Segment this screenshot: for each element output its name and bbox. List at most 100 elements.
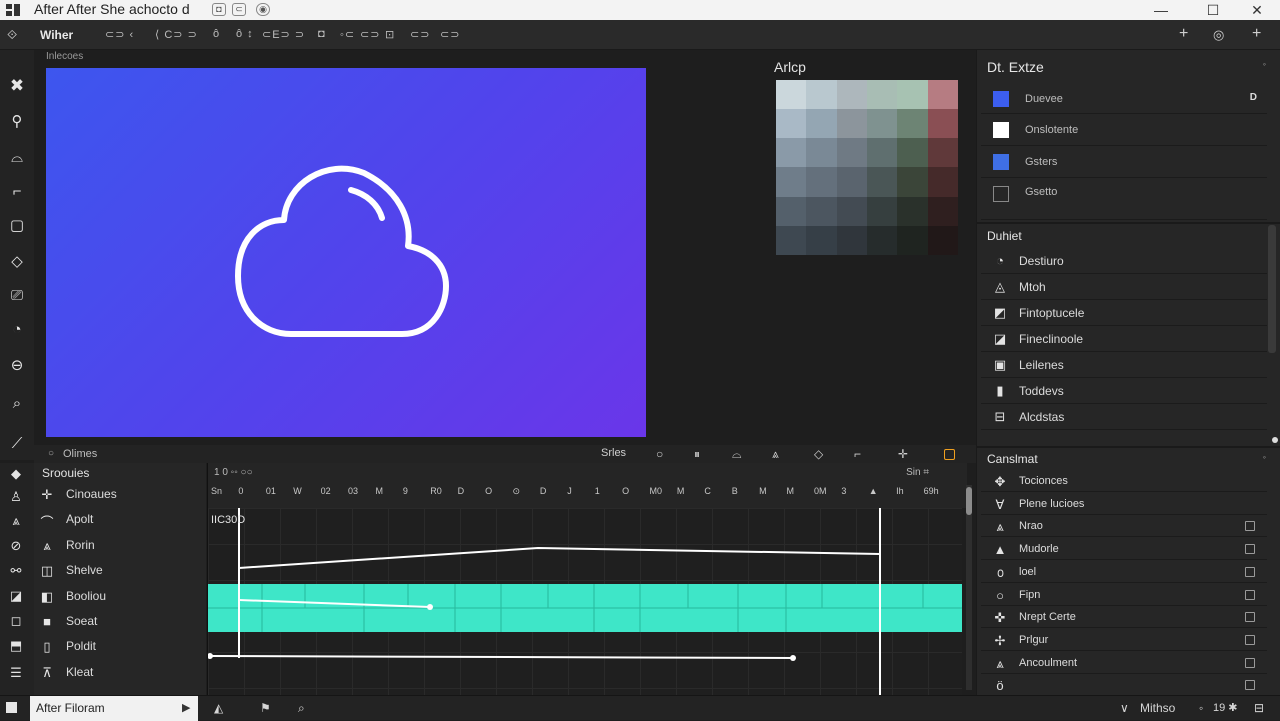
diamond-icon[interactable]: ◇ [814,447,823,461]
pin-tool-icon[interactable]: ⚲ [7,112,27,132]
timeline-ruler[interactable]: 1 0 ◦◦ ○○ Sin ⌗ Sn 0 01 W 02 03 M 9 R0 D O ⊙ D J 1 O M0 M… [207,463,967,508]
panel-toggle-icon[interactable]: ⊟ [1254,701,1264,715]
add-key-icon[interactable]: ✛ [898,447,908,461]
tool-9[interactable]: ⊡ [385,28,395,41]
status-field[interactable]: After Filoram [30,696,198,721]
swatch-cell[interactable] [806,80,837,110]
swatch-cell[interactable] [836,225,867,255]
swatch-cell[interactable] [806,196,837,226]
effect-item[interactable]: Onslotente [981,114,1267,146]
preset-item[interactable]: ⊟ Alcdstas [981,404,1267,430]
list-icon[interactable]: ☰ [6,665,26,681]
effect-item[interactable]: Gsters [981,146,1267,178]
effect-item[interactable]: Duevee D [981,84,1267,114]
property-item[interactable]: ൦ loel [981,561,1267,583]
property-checkbox[interactable] [1245,680,1255,691]
swatch-cell[interactable] [776,225,807,255]
swatch-cell[interactable] [897,225,928,255]
chevron-down-icon[interactable]: ∨ [1120,701,1129,715]
effect-item[interactable]: Gsetto [981,178,1267,220]
panel-menu-icon[interactable]: ◦ [1263,59,1266,69]
frame-icon[interactable]: ◻ [6,613,26,629]
composition-canvas[interactable] [46,68,646,437]
eye-icon[interactable]: ◆ [6,466,26,482]
swatch-cell[interactable] [836,138,867,168]
home-icon[interactable]: ⟐ [7,27,17,43]
preset-item[interactable]: ◩ Fintoptucele [981,300,1267,326]
swatch-cell[interactable] [776,80,807,110]
swatch-cell[interactable] [867,138,898,168]
swatch-cell[interactable] [897,196,928,226]
play-small-icon[interactable]: ▶ [182,701,190,714]
tool-8[interactable]: ⊂⊃ [360,28,380,41]
maximize-button[interactable]: ☐ [1190,0,1236,20]
swatch-cell[interactable] [836,196,867,226]
tool-1[interactable]: ⊂⊃ ‹ [105,28,134,41]
settings-circle-icon[interactable]: ◉ [256,3,270,16]
property-item[interactable]: ∀ Plene lucioes [981,493,1267,515]
swatch-cell[interactable] [836,167,867,197]
tool-4[interactable]: ô ↕ [236,28,254,40]
layer-row[interactable]: ⌒ Apolt [34,507,206,532]
property-item[interactable]: ✥ Tocionces [981,470,1267,492]
tool-3[interactable]: ô [213,28,220,40]
preset-item[interactable]: ◬ Mtoh [981,274,1267,300]
swatch-cell[interactable] [776,138,807,168]
cube-icon[interactable]: ⬒ [6,638,26,654]
property-checkbox[interactable] [1245,589,1255,600]
timeline-tracks[interactable]: IIC30D [207,508,962,695]
property-item[interactable]: ▲ Mudorle [981,538,1267,561]
swatch-cell[interactable] [927,167,958,197]
property-checkbox[interactable] [1245,521,1255,532]
page-indicator[interactable]: 19 ✱ [1213,701,1238,714]
close-tool-icon[interactable]: ✖ [7,76,27,96]
swatch-cell[interactable] [867,109,898,139]
layer-row[interactable]: ◧ Booliou [34,584,206,609]
zoom-label[interactable]: Mithso [1140,701,1175,715]
warning-icon[interactable] [944,449,955,460]
layer-row[interactable]: ✛ Cinoaues [34,482,206,507]
close-button[interactable]: ✕ [1234,0,1280,20]
swatch-cell[interactable] [776,109,807,139]
swatch-cell[interactable] [836,80,867,110]
swatch-cell[interactable] [927,109,958,139]
back-icon[interactable]: ⊂ [232,3,246,16]
swatch-cell[interactable] [897,138,928,168]
add-panel-icon[interactable]: + [1252,25,1261,43]
preset-item[interactable]: ▣ Leilenes [981,352,1267,378]
window-mini-button[interactable]: ◘ [212,3,226,16]
property-checkbox[interactable] [1245,634,1255,645]
layer-row[interactable]: ▯ Poldit [34,634,206,659]
loop-icon[interactable]: ⌓ [732,447,742,462]
property-checkbox[interactable] [1245,544,1255,555]
workspace-name[interactable]: Wiher [40,28,73,42]
minimize-button[interactable]: — [1138,0,1184,20]
flag-icon[interactable]: ⚑ [260,701,271,715]
property-checkbox[interactable] [1245,566,1255,577]
layer-row[interactable]: ◫ Shelve [34,558,206,583]
swatch-cell[interactable] [897,109,928,139]
window-tool-icon[interactable]: ⎚ [7,286,27,306]
property-item[interactable]: ✢ Prlgur [981,629,1267,651]
person-icon[interactable]: ♙ [6,489,26,505]
search-icon[interactable]: ⌕ [298,701,305,716]
swatch-cell[interactable] [776,167,807,197]
property-item[interactable]: ö [981,674,1267,697]
property-checkbox[interactable] [1245,657,1255,668]
bookmark-icon[interactable]: ◪ [6,588,26,604]
swatch-cell[interactable] [806,138,837,168]
property-item[interactable]: ✜ Nrept Certe [981,606,1267,629]
swatch-cell[interactable] [867,167,898,197]
crop-tool-icon[interactable]: ⌐ [7,182,27,202]
tool-5[interactable]: ⊂E⊃ ⊃ [262,28,305,41]
property-checkbox[interactable] [1245,612,1255,623]
marker-icon[interactable]: ◭ [214,701,223,715]
layer-row[interactable]: ■ Soeat [34,609,206,634]
tool-10[interactable]: ⊂⊃ [410,28,430,41]
link-icon[interactable]: ⊘ [6,538,26,554]
minus-tool-icon[interactable]: ⊖ [7,356,27,376]
swatch-grid[interactable] [776,80,958,255]
timeline-scrollbar[interactable] [966,485,972,690]
swatch-cell[interactable] [897,80,928,110]
tool-2[interactable]: ⟨ C⊃ ⊃ [155,28,198,41]
